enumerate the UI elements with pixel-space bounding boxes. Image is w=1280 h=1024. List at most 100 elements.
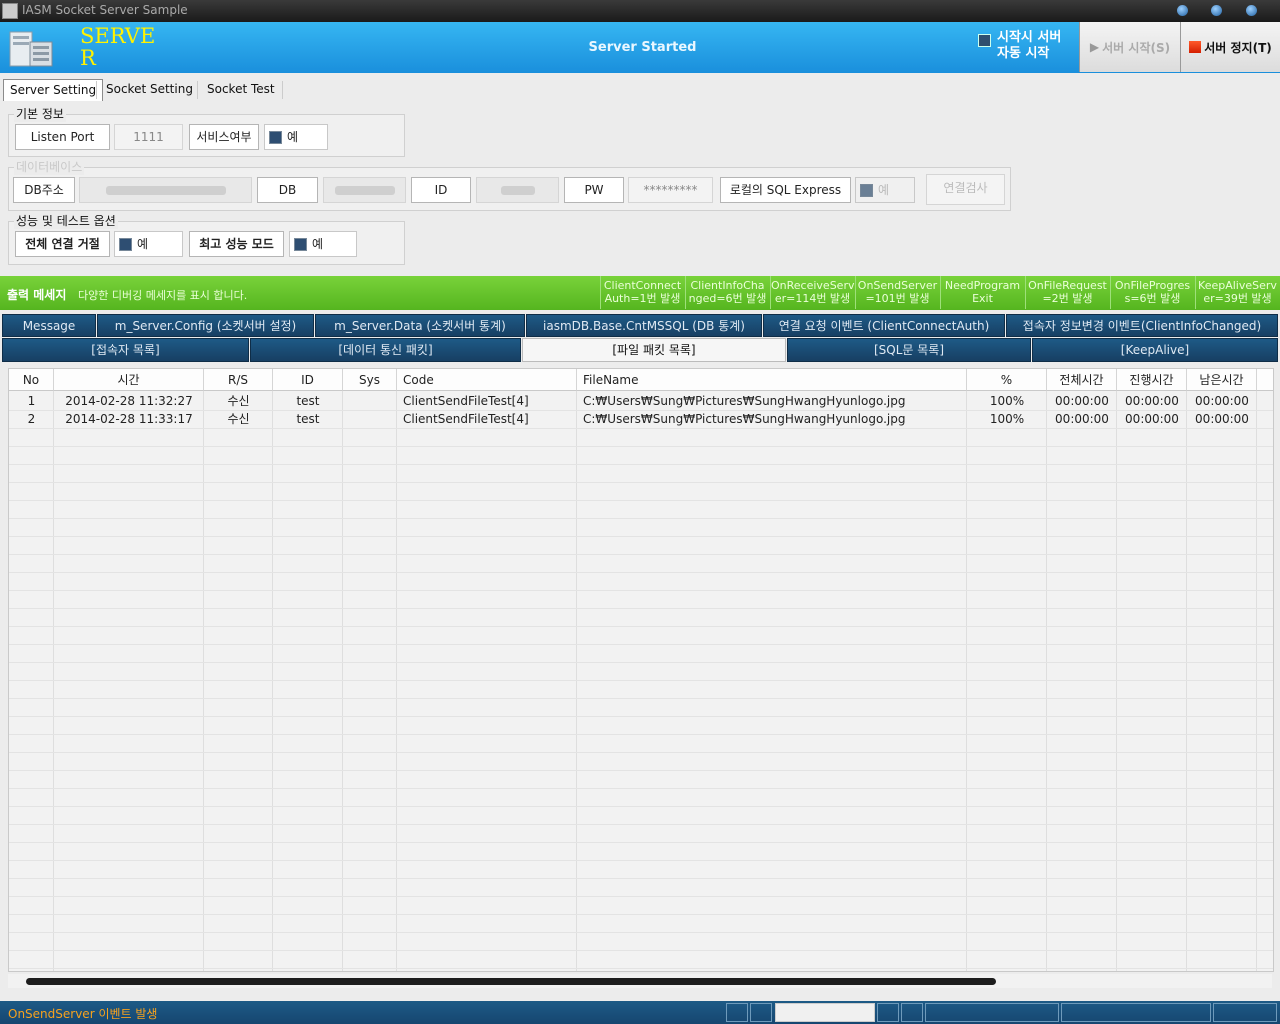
file-packet-table[interactable]: No 시간 R/S ID Sys Code FileName % 전체시간 진행…: [8, 368, 1274, 972]
local-sql-value: 예: [878, 183, 890, 197]
counter-on-receive-server: OnReceiveServ er=114번 발생: [770, 276, 854, 309]
cell-total-time: 00:00:00: [1055, 394, 1109, 408]
col-filename[interactable]: FileName: [577, 369, 967, 391]
db-name-field[interactable]: [323, 177, 406, 203]
counter-keep-alive-server: KeepAliveServ er=39번 발생: [1195, 276, 1279, 309]
cell-percent: 100%: [989, 394, 1025, 408]
counter-client-connect-auth: ClientConnect Auth=1번 발생: [600, 276, 684, 309]
db-name-label: DB: [257, 177, 318, 203]
maximize-icon[interactable]: [1211, 5, 1222, 16]
cell-remaining-time: 00:00:00: [1195, 394, 1249, 408]
cell-id: test: [296, 394, 320, 408]
listen-port-field[interactable]: 1111: [114, 124, 183, 150]
service-value: 예: [287, 130, 299, 144]
tab-server-data[interactable]: m_Server.Data (소켓서버 통계): [315, 314, 525, 337]
minimize-icon[interactable]: [1177, 5, 1188, 16]
cell-percent: 100%: [989, 412, 1025, 426]
logo-text: SERVE R: [80, 24, 156, 70]
local-sql-label: 로컬의 SQL Express: [720, 177, 851, 203]
basic-info-title: 기본 정보: [14, 105, 66, 122]
col-remaining-time[interactable]: 남은시간: [1187, 369, 1257, 391]
output-message-bar: 출력 메세지 다양한 디버깅 메세지를 표시 합니다. ClientConnec…: [0, 276, 1280, 310]
listen-port-label: Listen Port: [15, 124, 110, 150]
cell-id: test: [296, 412, 320, 426]
database-title: 데이터베이스: [14, 158, 85, 175]
max-performance-label: 최고 성능 모드: [189, 231, 284, 257]
col-time[interactable]: 시간: [54, 369, 204, 391]
db-pw-label: PW: [564, 177, 624, 203]
cell-sys: [343, 392, 397, 410]
app-icon: [2, 3, 18, 19]
cell-filename: C:₩Users₩Sung₩Pictures₩SungHwangHyunlogo…: [583, 412, 906, 426]
local-sql-checkbox[interactable]: 예: [855, 177, 915, 203]
tab-socket-setting[interactable]: Socket Setting: [100, 79, 199, 100]
window-title: IASM Socket Server Sample: [22, 3, 188, 17]
checkbox-icon[interactable]: [119, 238, 132, 251]
col-code[interactable]: Code: [397, 369, 577, 391]
tab-server-setting[interactable]: Server Setting: [3, 79, 104, 101]
cell-time: 2014-02-28 11:33:17: [65, 412, 193, 426]
autostart-checkbox[interactable]: 시작시 서버 자동 시작: [978, 30, 1061, 62]
test-connection-button[interactable]: 연결검사: [926, 174, 1005, 205]
col-no[interactable]: No: [9, 369, 54, 391]
reject-all-checkbox[interactable]: 예: [114, 231, 183, 257]
output-title: 출력 메세지: [7, 288, 67, 302]
checkbox-icon[interactable]: [294, 238, 307, 251]
stop-server-button[interactable]: 서버 정지(T): [1180, 22, 1280, 72]
tab-client-connect-auth[interactable]: 연결 요청 이벤트 (ClientConnectAuth): [763, 314, 1005, 337]
col-sys[interactable]: Sys: [343, 369, 397, 391]
cell-remaining-time: 00:00:00: [1195, 412, 1249, 426]
performance-title: 성능 및 테스트 옵션: [14, 212, 118, 229]
reject-all-label: 전체 연결 거절: [15, 231, 110, 257]
col-total-time[interactable]: 전체시간: [1047, 369, 1117, 391]
db-address-field[interactable]: [79, 177, 252, 203]
table-row[interactable]: 1 2014-02-28 11:32:27 수신 test ClientSend…: [9, 392, 1273, 410]
close-icon[interactable]: [1246, 5, 1257, 16]
server-header: SERVE R Server Started 시작시 서버 자동 시작 ▶ 서버 …: [0, 22, 1280, 73]
service-label: 서비스여부: [189, 124, 259, 150]
tab-file-packets[interactable]: [파일 패킷 목록]: [522, 338, 786, 362]
cell-rs: 수신: [227, 394, 250, 408]
scrollbar-thumb[interactable]: [26, 978, 996, 985]
tab-keep-alive[interactable]: [KeepAlive]: [1032, 338, 1278, 362]
autostart-label: 시작시 서버 자동 시작: [997, 30, 1062, 61]
col-rs[interactable]: R/S: [204, 369, 273, 391]
cell-total-time: 00:00:00: [1055, 412, 1109, 426]
checkbox-icon[interactable]: [269, 131, 282, 144]
tab-client-list[interactable]: [접속자 목록]: [2, 338, 249, 362]
table-row[interactable]: 2 2014-02-28 11:33:17 수신 test ClientSend…: [9, 410, 1273, 428]
cell-no: 2: [27, 412, 36, 426]
checkbox-icon[interactable]: [978, 34, 991, 47]
start-server-button[interactable]: ▶ 서버 시작(S): [1079, 22, 1180, 72]
server-icon: [9, 31, 53, 67]
db-id-field[interactable]: [476, 177, 559, 203]
max-performance-checkbox[interactable]: 예: [289, 231, 357, 257]
start-server-label: 서버 시작(S): [1102, 40, 1171, 55]
cell-sys: [343, 410, 397, 428]
col-percent[interactable]: %: [967, 369, 1047, 391]
tab-client-info-changed[interactable]: 접속자 정보변경 이벤트(ClientInfoChanged): [1006, 314, 1278, 337]
cell-elapsed-time: 00:00:00: [1125, 394, 1179, 408]
col-elapsed-time[interactable]: 진행시간: [1117, 369, 1187, 391]
counter-need-program-exit: NeedProgram Exit: [940, 276, 1024, 309]
tab-db-stats[interactable]: iasmDB.Base.CntMSSQL (DB 통계): [526, 314, 762, 337]
tab-message[interactable]: Message: [2, 314, 96, 337]
cell-rs: 수신: [227, 412, 250, 426]
cell-code: ClientSendFileTest[4]: [403, 394, 529, 408]
db-pw-field[interactable]: *********: [628, 177, 713, 203]
tab-socket-test[interactable]: Socket Test: [201, 79, 281, 100]
max-performance-value: 예: [312, 237, 324, 251]
output-subtitle: 다양한 디버깅 메세지를 표시 합니다.: [78, 289, 248, 302]
checkbox-icon[interactable]: [860, 184, 873, 197]
col-id[interactable]: ID: [273, 369, 343, 391]
server-logo: SERVE R: [0, 22, 156, 73]
db-address-label: DB주소: [13, 177, 75, 203]
tab-server-config[interactable]: m_Server.Config (소켓서버 설정): [97, 314, 314, 337]
stop-icon: [1189, 41, 1202, 53]
cell-time: 2014-02-28 11:32:27: [65, 394, 193, 408]
service-checkbox[interactable]: 예: [264, 124, 328, 150]
cell-no: 1: [27, 394, 36, 408]
horizontal-scrollbar[interactable]: [8, 974, 1272, 988]
tab-sql-list[interactable]: [SQL문 목록]: [787, 338, 1031, 362]
tab-data-packets[interactable]: [데이터 통신 패킷]: [250, 338, 521, 362]
